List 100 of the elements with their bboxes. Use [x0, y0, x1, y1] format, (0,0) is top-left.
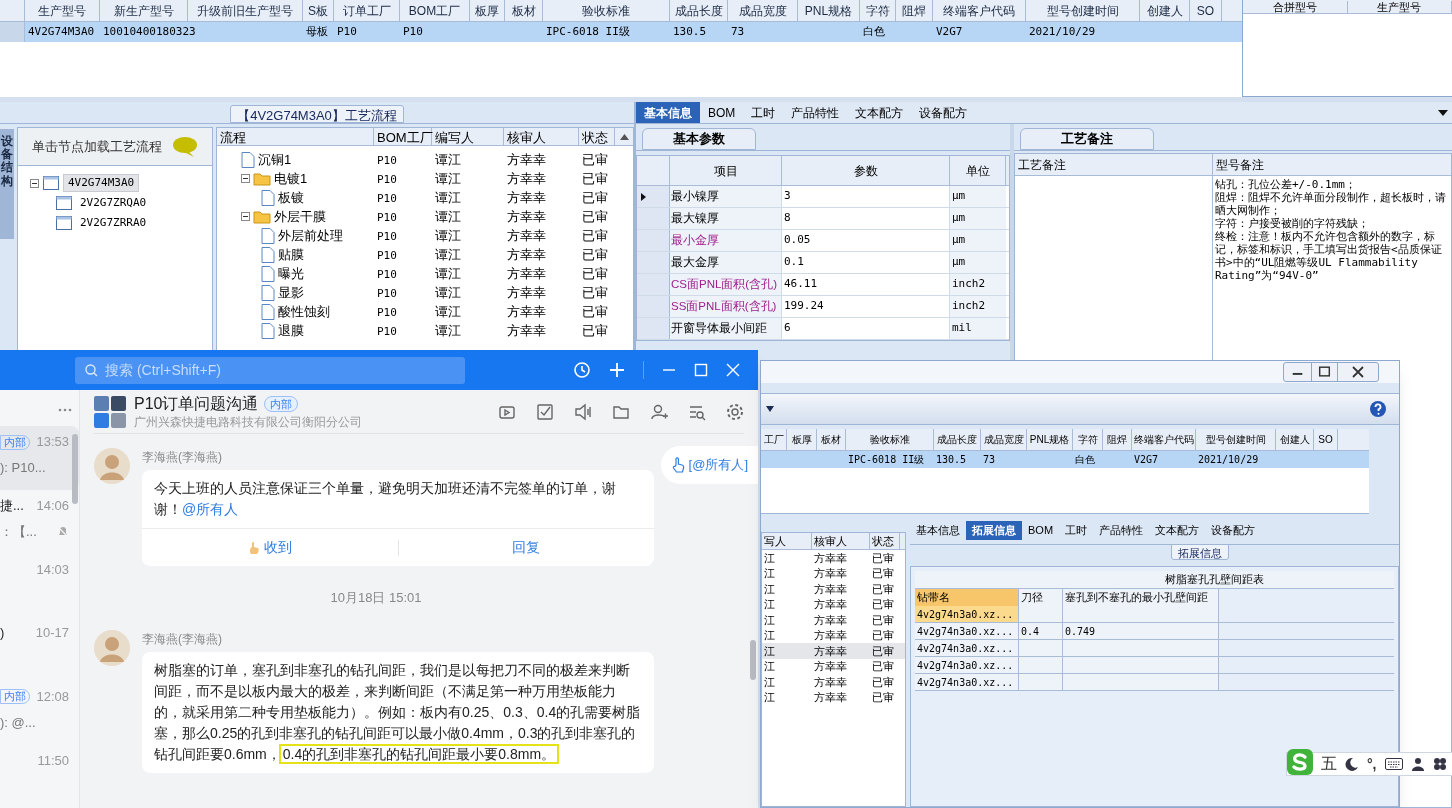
tab[interactable]: BOM: [700, 102, 744, 123]
tab[interactable]: 设备配方: [1205, 520, 1262, 540]
add-person-icon[interactable]: [650, 402, 668, 421]
column-header[interactable]: 参数: [782, 156, 950, 185]
more-icon[interactable]: [58, 408, 72, 412]
input-method-logo-icon[interactable]: [1287, 749, 1313, 775]
dropdown-icon[interactable]: [1436, 107, 1450, 118]
reply-button[interactable]: 收到: [142, 537, 398, 558]
tree-item[interactable]: 曝光: [278, 263, 304, 284]
reply-button[interactable]: 回复: [398, 537, 654, 558]
conversation-item[interactable]: 内部 12:08 ): @...: [0, 680, 79, 745]
column-header[interactable]: 板材: [817, 429, 846, 450]
tree-item[interactable]: 4V2G74M3A0: [63, 173, 140, 193]
conversation-item[interactable]: 内部 13:53 ): P10...: [0, 426, 79, 490]
table-cell: 最大金厚: [670, 252, 782, 273]
table-cell[interactable]: 4v2g74n3a0.xz...: [915, 640, 1019, 656]
table-cell[interactable]: 4v2g74n3a0.xz...: [915, 657, 1019, 673]
column-header[interactable]: 写人: [762, 533, 812, 549]
clover-icon[interactable]: [1432, 757, 1447, 771]
keyboard-icon[interactable]: [1384, 758, 1403, 770]
help-icon[interactable]: [1369, 400, 1387, 418]
tab[interactable]: 设备配方: [911, 102, 976, 123]
input-mode-toggle[interactable]: 五: [1321, 752, 1337, 776]
column-header[interactable]: 工艺备注: [1015, 154, 1212, 176]
search-field[interactable]: 搜索 (Ctrl+Shift+F): [75, 356, 465, 384]
column-header[interactable]: 型号创建时间: [1196, 429, 1276, 450]
row-header[interactable]: [637, 186, 670, 207]
tree-item[interactable]: 板镀: [278, 187, 304, 208]
column-header[interactable]: 验收标准: [846, 429, 934, 450]
tab[interactable]: BOM: [1022, 520, 1060, 540]
table-cell[interactable]: 4v2g74n3a0.xz...: [915, 674, 1019, 690]
window-icon: [43, 176, 59, 190]
column-header[interactable]: 流程: [217, 128, 374, 145]
punctuation-toggle[interactable]: °,: [1367, 753, 1377, 775]
speaker-icon[interactable]: [574, 402, 592, 421]
tab[interactable]: 工时: [743, 102, 784, 123]
tree-item[interactable]: 外层干膜: [274, 206, 326, 227]
column-header[interactable]: 刀径: [1019, 589, 1063, 606]
collapse-icon[interactable]: [241, 212, 250, 221]
column-header[interactable]: 生产型号: [1347, 1, 1452, 13]
tree-item[interactable]: 2V2G7ZRRA0: [76, 214, 151, 232]
checkbox-icon[interactable]: [536, 402, 554, 421]
tab[interactable]: 基本信息: [910, 520, 966, 540]
person-icon[interactable]: [1410, 757, 1425, 771]
side-tab[interactable]: 设备结构: [0, 129, 14, 239]
tree-item[interactable]: 沉铜1: [258, 149, 292, 170]
tree-item[interactable]: 酸性蚀刻: [278, 301, 330, 322]
settings-icon[interactable]: [726, 402, 744, 421]
column-header[interactable]: 型号备注: [1213, 154, 1451, 176]
tab[interactable]: 工艺备注: [1020, 128, 1154, 150]
tree-item[interactable]: 外层前处理: [278, 225, 343, 246]
column-header[interactable]: 塞孔到不塞孔的最小孔壁间距: [1063, 589, 1219, 606]
column-header[interactable]: 字符: [1073, 429, 1103, 450]
tab[interactable]: 文本配方: [1149, 520, 1206, 540]
column-header[interactable]: 项目: [670, 156, 782, 185]
column-header[interactable]: 核审人: [504, 128, 579, 145]
column-header[interactable]: SO: [1314, 429, 1338, 450]
tab[interactable]: 文本配方: [847, 102, 912, 123]
table-row[interactable]: 4V2G74M3A0 10010400180323 母板 P10 P10 IPC-6018 II级 130.5 73 白色 V2G7 2021/10/29: [0, 22, 1242, 42]
column-header[interactable]: BOM工厂: [374, 128, 432, 145]
column-header[interactable]: 钻带名: [915, 589, 1019, 606]
tree-item[interactable]: 2V2G7ZRQA0: [76, 194, 151, 212]
plus-icon[interactable]: [609, 362, 625, 378]
column-header[interactable]: 成品宽度: [981, 429, 1027, 450]
table-cell[interactable]: 4v2g74n3a0.xz...: [915, 623, 1019, 639]
tree-item[interactable]: 贴膜: [278, 244, 304, 265]
column-header[interactable]: 工厂: [761, 429, 787, 450]
conversation-item[interactable]: 捷... 14:06 ：【...: [0, 489, 79, 554]
mention-button[interactable]: [@所有人]: [660, 446, 758, 484]
tab[interactable]: 产品特性: [783, 102, 848, 123]
collapse-icon[interactable]: [30, 178, 39, 188]
tab[interactable]: 基本信息: [636, 102, 700, 123]
column-header[interactable]: 核审人: [812, 533, 870, 549]
tree-item[interactable]: 电镀1: [274, 168, 308, 189]
tab[interactable]: 拓展信息: [966, 520, 1022, 540]
tree-item[interactable]: 退膜: [278, 320, 304, 341]
collapse-icon[interactable]: [241, 174, 250, 183]
column-header[interactable]: PNL规格: [1027, 429, 1073, 450]
table-cell: 谭江: [435, 322, 461, 338]
column-header[interactable]: 成品长度: [934, 429, 981, 450]
conversation-item[interactable]: ) 10-17: [0, 617, 79, 681]
column-header[interactable]: 单位: [950, 156, 1006, 185]
table-cell[interactable]: 4v2g74n3a0.xz...: [915, 606, 1019, 622]
tree-item[interactable]: 显影: [278, 282, 304, 303]
tab[interactable]: 产品特性: [1093, 520, 1150, 540]
column-header[interactable]: 状态: [579, 128, 615, 145]
tab[interactable]: 基本参数: [642, 128, 756, 150]
moon-icon[interactable]: [1345, 757, 1359, 771]
column-header[interactable]: 编写人: [432, 128, 504, 145]
column-header[interactable]: 终端客户代码: [1132, 429, 1196, 450]
column-header[interactable]: 状态: [870, 533, 900, 549]
table-row[interactable]: 江 方幸幸 已审: [762, 643, 905, 659]
dropdown-icon[interactable]: [765, 405, 775, 413]
history-icon[interactable]: [573, 361, 591, 379]
column-header[interactable]: 板厚: [787, 429, 817, 450]
column-header[interactable]: 阻焊: [1103, 429, 1132, 450]
table-cell: 已审: [872, 598, 894, 610]
column-header[interactable]: 合拼型号: [1243, 1, 1348, 13]
tab[interactable]: 工时: [1059, 520, 1094, 540]
column-header[interactable]: 创建人: [1276, 429, 1314, 450]
